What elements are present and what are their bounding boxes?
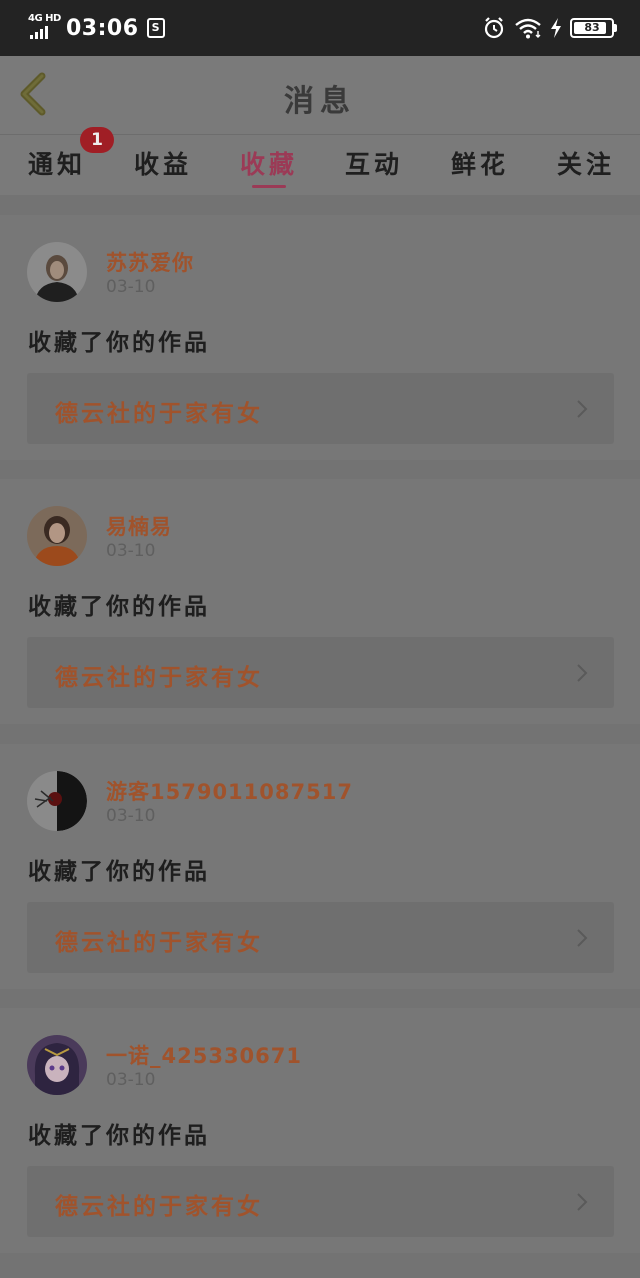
tab-label: 通知 xyxy=(28,150,87,179)
list-item: 一诺_425330671 03-10 收藏了你的作品 德云社的于家有女 xyxy=(0,1008,640,1253)
timestamp: 03-10 xyxy=(106,277,156,297)
work-title: 德云社的于家有女 xyxy=(55,930,263,956)
work-link[interactable]: 德云社的于家有女 xyxy=(27,902,614,973)
work-link[interactable]: 德云社的于家有女 xyxy=(27,1166,614,1237)
tab-flowers[interactable]: 鲜花 xyxy=(451,145,509,195)
list-item: 易楠易 03-10 收藏了你的作品 德云社的于家有女 xyxy=(0,479,640,724)
username[interactable]: 游客1579011087517 xyxy=(106,776,353,806)
clock: 03:06 xyxy=(66,15,139,41)
chevron-right-icon xyxy=(577,400,588,418)
messages-screen: 4G HD 03:06 S 83 消息 通知 收益 收藏 互动 鲜花 关注 1 … xyxy=(0,0,640,1278)
battery-level: 83 xyxy=(584,21,600,34)
username[interactable]: 一诺_425330671 xyxy=(106,1040,302,1070)
work-title: 德云社的于家有女 xyxy=(55,665,263,691)
battery-icon: 83 xyxy=(570,18,617,38)
alarm-icon xyxy=(484,17,504,39)
username[interactable]: 易楠易 xyxy=(106,511,172,541)
user-avatar[interactable] xyxy=(27,242,87,302)
tab-favorites[interactable]: 收藏 xyxy=(240,145,298,195)
action-text: 收藏了你的作品 xyxy=(28,594,210,620)
work-title: 德云社的于家有女 xyxy=(55,1194,263,1220)
list-item: 苏苏爱你 03-10 收藏了你的作品 德云社的于家有女 xyxy=(0,215,640,460)
tab-earnings[interactable]: 收益 xyxy=(134,145,192,195)
action-text: 收藏了你的作品 xyxy=(28,1123,210,1149)
timestamp: 03-10 xyxy=(106,541,156,561)
work-link[interactable]: 德云社的于家有女 xyxy=(27,637,614,708)
user-avatar[interactable] xyxy=(27,506,87,566)
user-avatar[interactable] xyxy=(27,1035,87,1095)
chevron-right-icon xyxy=(577,929,588,947)
charging-icon xyxy=(551,18,561,38)
action-text: 收藏了你的作品 xyxy=(28,330,210,356)
wifi-icon xyxy=(515,18,541,39)
work-link[interactable]: 德云社的于家有女 xyxy=(27,373,614,444)
network-type: 4G HD xyxy=(28,13,61,24)
tab-interactions[interactable]: 互动 xyxy=(345,145,403,195)
status-right: 83 xyxy=(482,14,617,42)
tab-following[interactable]: 关注 xyxy=(557,145,615,195)
list-item: 游客1579011087517 03-10 收藏了你的作品 德云社的于家有女 xyxy=(0,744,640,989)
tab-label: 收益 xyxy=(134,150,193,179)
user-avatar[interactable] xyxy=(27,771,87,831)
chevron-right-icon xyxy=(577,1193,588,1211)
timestamp: 03-10 xyxy=(106,806,156,826)
status-bar: 4G HD 03:06 S 83 xyxy=(0,0,640,56)
tab-label: 收藏 xyxy=(240,150,299,179)
action-text: 收藏了你的作品 xyxy=(28,859,210,885)
active-tab-indicator xyxy=(252,185,286,188)
timestamp: 03-10 xyxy=(106,1070,156,1090)
work-title: 德云社的于家有女 xyxy=(55,401,263,427)
notification-badge: 1 xyxy=(80,127,114,153)
tab-label: 鲜花 xyxy=(451,150,510,179)
tab-label: 关注 xyxy=(557,150,616,179)
tab-notifications[interactable]: 通知 xyxy=(28,145,86,195)
chevron-right-icon xyxy=(577,664,588,682)
header: 消息 xyxy=(0,56,640,135)
page-title: 消息 xyxy=(284,84,356,119)
tab-label: 互动 xyxy=(345,150,404,179)
signal-icon: 4G HD xyxy=(28,13,62,42)
s-app-icon: S xyxy=(146,18,165,38)
status-left: 4G HD 03:06 S xyxy=(28,13,165,42)
username[interactable]: 苏苏爱你 xyxy=(106,247,194,277)
